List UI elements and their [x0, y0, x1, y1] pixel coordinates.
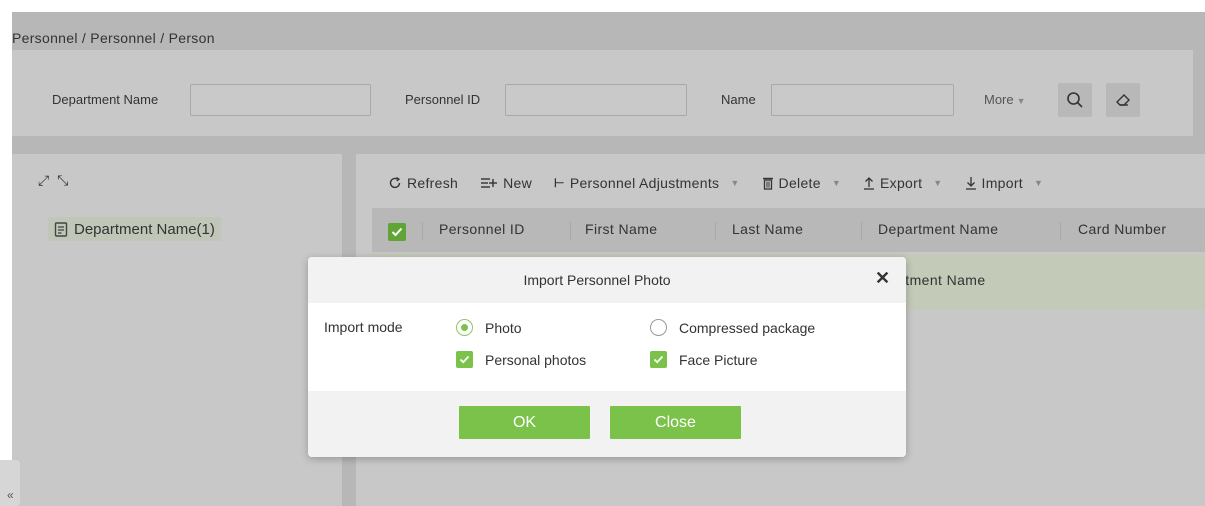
dialog-title: Import Personnel Photo — [523, 272, 671, 288]
tree-item-label: Department Name(1) — [74, 220, 215, 238]
eraser-icon — [1116, 94, 1130, 106]
column-divider — [422, 222, 423, 240]
checkbox-face-picture[interactable]: Face Picture — [650, 351, 758, 368]
name-input[interactable] — [771, 84, 954, 116]
upload-icon — [864, 177, 875, 190]
breadcrumb: Personnel / Personnel / Person — [12, 30, 215, 46]
caret-down-icon: ▼ — [933, 178, 943, 188]
close-icon[interactable]: ✕ — [875, 268, 890, 289]
more-filters-button[interactable]: More ▼ — [984, 92, 1026, 107]
export-menu[interactable]: Export ▼ — [863, 175, 942, 191]
close-button[interactable]: Close — [610, 406, 741, 439]
dialog-footer — [308, 391, 906, 457]
refresh-button[interactable]: Refresh — [388, 175, 458, 191]
personnel-id-input[interactable] — [505, 84, 687, 116]
caret-down-icon: ▼ — [730, 178, 740, 188]
column-divider — [861, 222, 862, 240]
personnel-id-label: Personnel ID — [405, 92, 481, 107]
column-header-department-name[interactable]: Department Name — [878, 221, 998, 237]
radio-unselected-icon — [650, 319, 667, 336]
export-label: Export — [880, 175, 923, 191]
delete-label: Delete — [778, 175, 821, 191]
document-icon — [54, 221, 68, 237]
caret-down-icon: ▼ — [1034, 178, 1044, 188]
ok-button[interactable]: OK — [459, 406, 590, 439]
column-header-card-number[interactable]: Card Number — [1078, 221, 1166, 237]
compressed-package-label: Compressed package — [679, 319, 816, 336]
search-button[interactable] — [1058, 83, 1092, 117]
select-all-checkbox[interactable] — [388, 223, 406, 241]
personal-photos-label: Personal photos — [485, 351, 587, 368]
import-photo-dialog: Import Personnel Photo ✕ Import mode Pho… — [308, 257, 906, 457]
personnel-adjustments-menu[interactable]: ⊢ Personnel Adjustments ▼ — [554, 175, 739, 191]
adjustments-icon: ⊢ — [554, 176, 565, 190]
column-divider — [570, 222, 571, 240]
department-name-label: Department Name — [52, 92, 159, 107]
search-icon — [1067, 92, 1083, 108]
dialog-body — [308, 303, 906, 391]
new-label: New — [503, 175, 533, 191]
name-label: Name — [721, 92, 756, 107]
column-divider — [1060, 222, 1061, 240]
column-header-last-name[interactable]: Last Name — [732, 221, 803, 237]
photo-label: Photo — [485, 319, 522, 336]
add-list-icon — [481, 178, 498, 188]
more-label: More — [984, 92, 1014, 107]
import-label: Import — [981, 175, 1023, 191]
tree-item-department[interactable]: Department Name(1) — [48, 217, 221, 241]
delete-menu[interactable]: Delete ▼ — [762, 175, 842, 191]
adjustments-label: Personnel Adjustments — [569, 175, 720, 191]
double-chevron-left-icon[interactable]: « — [7, 488, 14, 502]
face-picture-label: Face Picture — [679, 351, 758, 368]
collapse-all-icon[interactable]: ⤡ — [57, 172, 70, 188]
expand-all-icon[interactable]: ⤢ — [38, 172, 51, 188]
department-tree-panel — [12, 154, 342, 506]
dialog-header: Import Personnel Photo ✕ — [308, 257, 906, 303]
refresh-icon — [389, 176, 401, 189]
radio-selected-icon — [456, 319, 473, 336]
check-icon — [391, 227, 403, 237]
checkbox-checked-icon — [456, 351, 473, 368]
radio-compressed-package[interactable]: Compressed package — [650, 319, 815, 336]
column-header-first-name[interactable]: First Name — [585, 221, 657, 237]
refresh-label: Refresh — [407, 175, 459, 191]
clear-button[interactable] — [1106, 83, 1140, 117]
import-mode-label: Import mode — [324, 319, 403, 335]
column-divider — [715, 222, 716, 240]
expand-collapse-controls: ⤢ ⤡ — [38, 172, 70, 189]
new-button[interactable]: New — [480, 175, 532, 191]
checkbox-personal-photos[interactable]: Personal photos — [456, 351, 586, 368]
toolbar: Refresh New ⊢ Personnel Adjustments ▼ De… — [388, 172, 1043, 194]
download-icon — [965, 177, 976, 190]
caret-down-icon: ▼ — [831, 178, 842, 188]
caret-down-icon: ▼ — [1016, 96, 1026, 106]
column-header-personnel-id[interactable]: Personnel ID — [439, 221, 525, 237]
radio-photo[interactable]: Photo — [456, 319, 522, 336]
trash-icon — [762, 177, 773, 190]
checkbox-checked-icon — [650, 351, 667, 368]
department-name-input[interactable] — [190, 84, 371, 116]
import-menu[interactable]: Import ▼ — [965, 175, 1044, 191]
